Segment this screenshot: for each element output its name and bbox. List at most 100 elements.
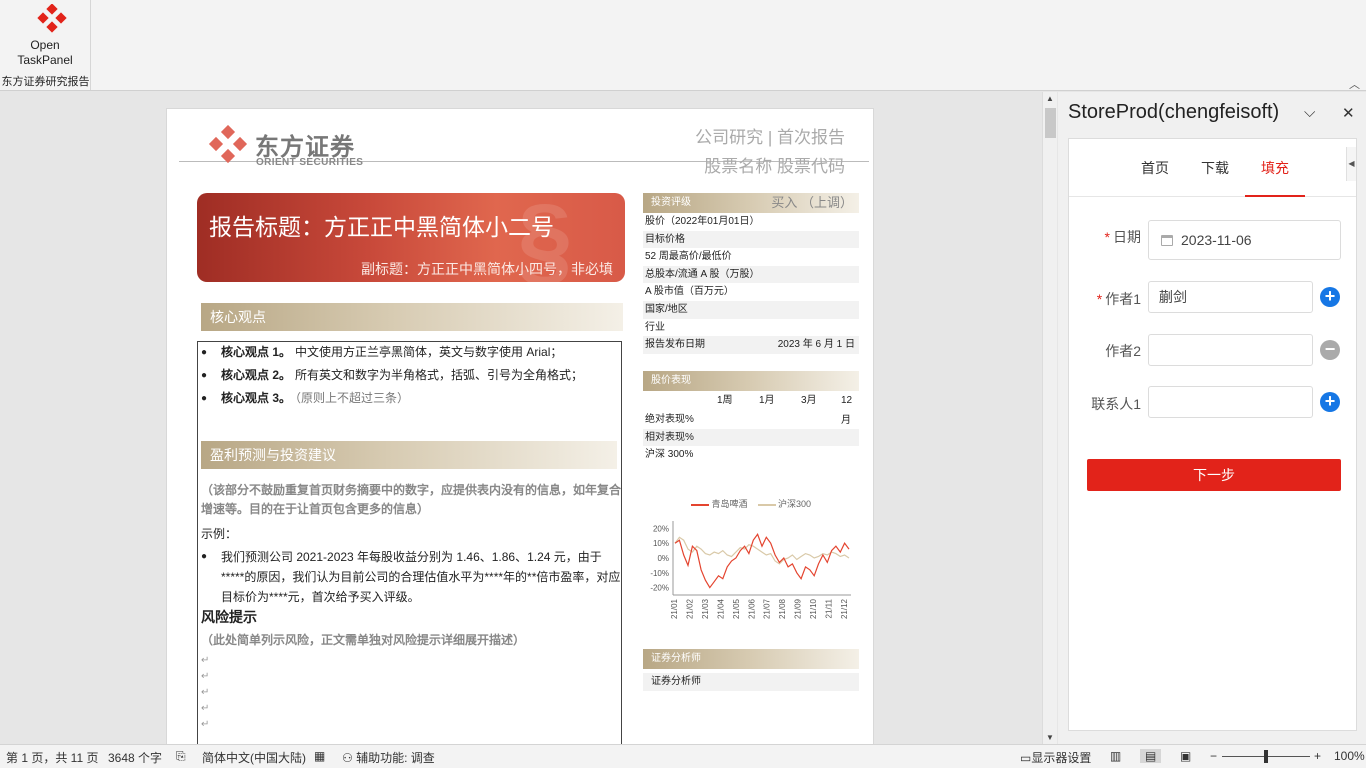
core-point-2: 核心观点 2。所有英文和数字为半角格式，括弧、引号为全角格式； xyxy=(201,364,621,387)
tab-download[interactable]: 下载 xyxy=(1201,158,1229,178)
risk-title: 风险提示 xyxy=(201,609,257,625)
y-tick-label: -10% xyxy=(650,569,669,578)
pane-tabs: 首页 下载 填充 ◀ xyxy=(1069,139,1356,197)
title-banner: § 报告标题：方正正中黑简体小二号 副标题：方正正中黑简体小四号，非必填 xyxy=(197,193,625,282)
macro-icon[interactable]: ▦ xyxy=(314,749,325,763)
remove-author-icon[interactable]: − xyxy=(1320,340,1340,360)
tab-home[interactable]: 首页 xyxy=(1141,158,1169,178)
scroll-down-icon[interactable]: ▼ xyxy=(1046,733,1054,742)
document-scrollbar[interactable]: ▲ ▼ xyxy=(1042,92,1057,744)
section-forecast-title: 盈利预测与投资建议 xyxy=(210,447,336,463)
x-tick-label: 21/10 xyxy=(809,598,818,619)
y-tick-label: 10% xyxy=(653,539,669,548)
x-tick-label: 21/07 xyxy=(763,598,772,619)
analyst-bar: 证券分析师 xyxy=(643,649,859,669)
x-tick-label: 21/09 xyxy=(794,598,803,619)
author1-field[interactable]: 蒯剑 xyxy=(1148,281,1313,313)
accessibility-status[interactable]: ⚇ 辅助功能: 调查 xyxy=(342,749,435,766)
performance-bar: 股价表现 xyxy=(643,371,859,391)
tab-collapse-icon[interactable]: ◀ xyxy=(1346,147,1356,181)
scroll-thumb[interactable] xyxy=(1045,108,1056,138)
report-title: 报告标题：方正正中黑简体小二号 xyxy=(209,214,554,240)
rating-table: 股价（2022年01月01日） 目标价格 52 周最高价/最低价 总股本/流通 … xyxy=(643,213,859,354)
add-contact-icon[interactable]: + xyxy=(1320,392,1340,412)
rating-row: 国家/地区 xyxy=(643,300,859,319)
perf-row: 绝对表现% xyxy=(645,414,694,425)
x-tick-label: 21/05 xyxy=(732,598,741,619)
task-pane: StoreProd(chengfeisoft) ⌵ ✕ 首页 下载 填充 ◀ *… xyxy=(1058,92,1366,744)
brand-logo: 东方证券 ORIENT SECURITIES xyxy=(207,125,367,171)
orient-diamond-icon xyxy=(208,125,248,164)
contact1-field[interactable] xyxy=(1148,386,1313,418)
document-page[interactable]: 东方证券 ORIENT SECURITIES 公司研究 | 首次报告 股票名称 … xyxy=(166,108,874,744)
core-points-list: 核心观点 1。中文使用方正兰亭黑简体，英文与数字使用 Arial； 核心观点 2… xyxy=(201,341,621,410)
perf-row: 相对表现% xyxy=(643,428,859,447)
x-tick-label: 21/11 xyxy=(825,598,834,618)
zoom-out-icon[interactable]: − xyxy=(1210,749,1217,763)
analyst-row: 证券分析师 xyxy=(643,673,859,691)
add-author-icon[interactable]: + xyxy=(1320,287,1340,307)
x-tick-label: 21/01 xyxy=(670,598,679,619)
open-taskpanel-button[interactable]: Open TaskPanel xyxy=(8,2,82,68)
stock-chart: 20% 10% 0% -10% -20%21/01 21/02 21/03 21/04 21/0… xyxy=(650,521,851,619)
rating-row: 目标价格 xyxy=(643,230,859,249)
rating-bar-title: 投资评级 xyxy=(651,197,691,208)
language-status[interactable]: 简体中文(中国大陆) xyxy=(202,749,306,766)
word-count[interactable]: 3648 个字 xyxy=(108,749,162,766)
forecast-note: （该部分不鼓励重复首页财务摘要中的数字，应提供表内没有的信息，如年复合增速等。目… xyxy=(201,483,622,516)
chevron-down-icon[interactable]: ⌵ xyxy=(1304,104,1315,121)
print-layout-icon[interactable]: ▤ xyxy=(1140,749,1162,763)
ribbon-collapse-icon[interactable]: ︿ xyxy=(1349,76,1360,92)
header-line1: 公司研究 | 首次报告 xyxy=(695,128,845,147)
x-tick-label: 21/02 xyxy=(685,598,694,619)
performance-header: 1周 1月 3月 12月 xyxy=(643,391,859,426)
performance-block: 股价表现 1周 1月 3月 12月 绝对表现% 相对表现% 沪深 300% xyxy=(643,371,859,464)
perf-row: 沪深 300% xyxy=(645,449,694,461)
rating-bar: 投资评级 买入 （上调） xyxy=(643,193,859,213)
calendar-icon xyxy=(1161,235,1173,246)
date-field[interactable]: 2023-11-06 xyxy=(1148,220,1341,260)
series-line xyxy=(674,533,850,589)
zoom-slider-thumb[interactable] xyxy=(1264,750,1268,763)
paragraph-marks: ↵ ↵ ↵ ↵ ↵ xyxy=(201,655,210,730)
section-forecast-bar: 盈利预测与投资建议 xyxy=(201,441,617,469)
author2-field[interactable] xyxy=(1148,334,1313,366)
rating-row: 行业 xyxy=(645,321,665,333)
zoom-level[interactable]: 100% xyxy=(1334,749,1365,763)
ribbon: Open TaskPanel 东方证券研究报告 ︿ xyxy=(0,0,1366,91)
x-tick-label: 21/12 xyxy=(840,598,849,619)
scroll-up-icon[interactable]: ▲ xyxy=(1046,94,1054,103)
document-area[interactable]: 东方证券 ORIENT SECURITIES 公司研究 | 首次报告 股票名称 … xyxy=(0,92,1042,744)
brand-en: ORIENT SECURITIES xyxy=(256,157,364,168)
tab-fill[interactable]: 填充 xyxy=(1261,158,1289,178)
example-label: 示例： xyxy=(201,527,238,541)
ribbon-group: Open TaskPanel 东方证券研究报告 xyxy=(0,0,91,90)
x-tick-label: 21/03 xyxy=(701,598,710,619)
x-tick-label: 21/06 xyxy=(747,598,756,619)
author1-label: * 作者1 xyxy=(1096,291,1141,307)
status-bar: 第 1 页，共 11 页 3648 个字 ⎘ 简体中文(中国大陆) ▦ ⚇ 辅助… xyxy=(0,744,1366,768)
pane-title: StoreProd(chengfeisoft) xyxy=(1068,101,1280,123)
x-tick-label: 21/08 xyxy=(778,598,787,619)
y-tick-label: -20% xyxy=(650,584,669,593)
contact1-label: 联系人1 xyxy=(1091,396,1141,412)
perf-col: 1周 xyxy=(717,395,733,406)
close-icon[interactable]: ✕ xyxy=(1342,104,1355,122)
zoom-in-icon[interactable]: + xyxy=(1314,749,1321,763)
y-tick-label: 0% xyxy=(657,554,669,563)
report-header: 公司研究 | 首次报告 股票名称 股票代码 xyxy=(695,123,845,181)
open-taskpanel-label: Open TaskPanel xyxy=(17,38,73,67)
display-settings[interactable]: ▭显示器设置 xyxy=(1020,749,1091,766)
core-point-1: 核心观点 1。中文使用方正兰亭黑简体，英文与数字使用 Arial； xyxy=(201,341,621,364)
author1-value: 蒯剑 xyxy=(1159,289,1187,305)
read-mode-icon[interactable]: ▥ xyxy=(1110,749,1121,763)
ribbon-group-label: 东方证券研究报告 xyxy=(1,76,90,88)
page-count[interactable]: 第 1 页，共 11 页 xyxy=(6,749,98,766)
web-layout-icon[interactable]: ▣ xyxy=(1180,749,1191,763)
proofing-icon[interactable]: ⎘ xyxy=(176,749,186,764)
next-step-button[interactable]: 下一步 xyxy=(1087,459,1341,491)
date-label: * 日期 xyxy=(1104,229,1141,245)
orient-logo-icon xyxy=(37,4,67,33)
rating-row: 股价（2022年01月01日） xyxy=(645,216,760,227)
header-line2: 股票名称 股票代码 xyxy=(704,157,845,176)
